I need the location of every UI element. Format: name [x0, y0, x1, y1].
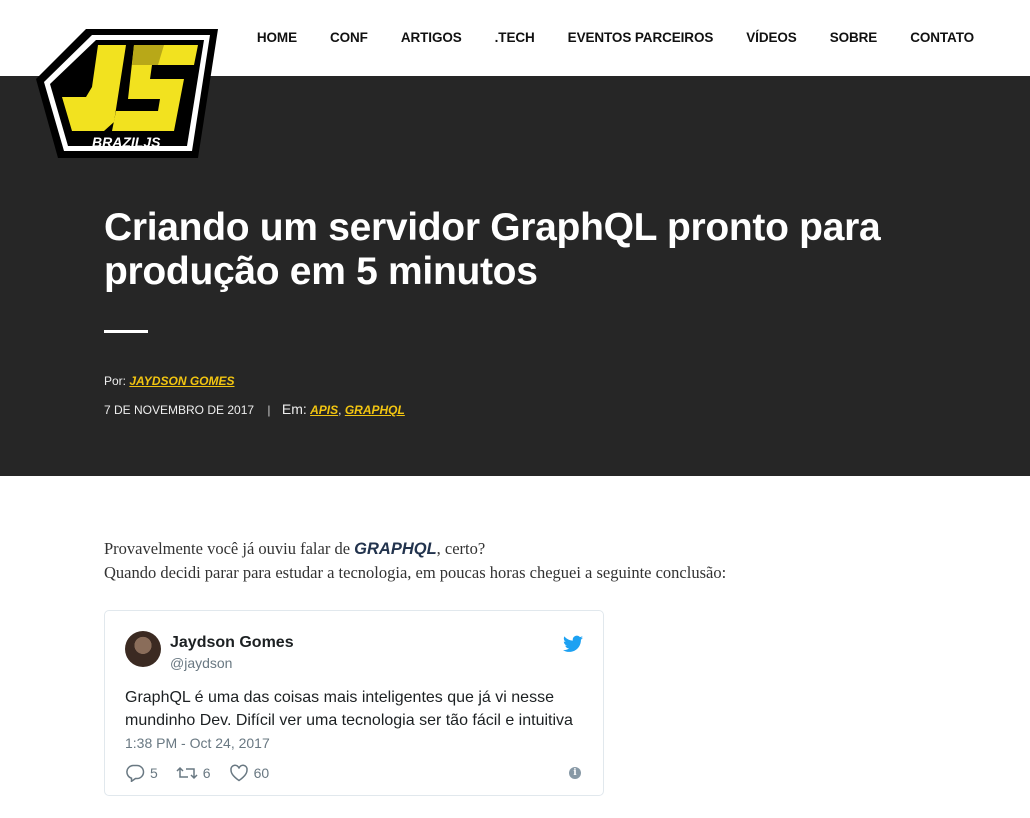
main-nav: HOME CONF ARTIGOS .TECH EVENTOS PARCEIRO… [257, 30, 974, 45]
category-graphql-link[interactable]: GRAPHQL [345, 403, 405, 417]
like-button[interactable]: 60 [229, 764, 270, 782]
category-apis-link[interactable]: APIS [310, 403, 338, 417]
nav-videos[interactable]: VÍDEOS [746, 30, 797, 45]
nav-eventos-parceiros[interactable]: EVENTOS PARCEIROS [568, 30, 714, 45]
author-link[interactable]: JAYDSON GOMES [129, 374, 234, 388]
article-title: Criando um servidor GraphQL pronto para … [104, 206, 881, 293]
categories-prefix: Em: [281, 401, 307, 417]
paragraph-1: Provavelmente você já ouviu falar de GRA… [104, 537, 904, 561]
tweet-timestamp[interactable]: 1:38 PM - Oct 24, 2017 [125, 735, 270, 751]
twitter-bird-icon[interactable] [563, 635, 583, 653]
reply-count: 5 [150, 765, 158, 781]
logo-text: BRAZILJS [92, 134, 161, 150]
nav-contato[interactable]: CONTATO [910, 30, 974, 45]
nav-sobre[interactable]: SOBRE [830, 30, 878, 45]
info-icon[interactable]: i [569, 767, 581, 779]
reply-icon [126, 764, 145, 782]
like-count: 60 [253, 765, 270, 781]
tweet-text: GraphQL é uma das coisas mais inteligent… [125, 689, 573, 729]
graphql-highlight: GRAPHQL [354, 540, 437, 558]
embedded-tweet[interactable]: Jaydson Gomes @jaydson GraphQL é uma das… [104, 610, 604, 796]
braziljs-logo[interactable]: BRAZILJS [34, 27, 220, 160]
tweet-author-name[interactable]: Jaydson Gomes [170, 634, 294, 652]
title-divider [104, 330, 148, 333]
article-body: Provavelmente você já ouviu falar de GRA… [104, 537, 904, 585]
heart-icon [229, 764, 248, 782]
author-prefix: Por: [104, 374, 127, 388]
tweet-actions: 5 6 60 [125, 764, 287, 782]
reply-button[interactable]: 5 [125, 764, 158, 782]
logo-graphic: BRAZILJS [36, 29, 218, 158]
retweet-button[interactable]: 6 [176, 764, 211, 782]
avatar[interactable] [125, 631, 161, 667]
nav-home[interactable]: HOME [257, 30, 297, 45]
publish-date: 7 DE NOVEMBRO DE 2017 [104, 403, 255, 417]
nav-tech[interactable]: .TECH [495, 30, 535, 45]
retweet-count: 6 [202, 765, 211, 781]
nav-artigos[interactable]: ARTIGOS [401, 30, 462, 45]
paragraph-2: Quando decidi parar para estudar a tecno… [104, 563, 727, 582]
paragraph-1-end: , certo? [436, 539, 486, 558]
tweet-author-handle[interactable]: @jaydson [170, 655, 232, 671]
retweet-icon [176, 766, 198, 780]
author-line: Por: JAYDSON GOMES [104, 374, 235, 388]
date-category-line: 7 DE NOVEMBRO DE 2017 | Em: APIS, GRAPHQ… [104, 401, 405, 417]
meta-separator: | [267, 403, 271, 417]
nav-conf[interactable]: CONF [330, 30, 368, 45]
paragraph-1-start: Provavelmente você já ouviu falar de [104, 539, 355, 558]
category-comma: , [338, 403, 342, 417]
